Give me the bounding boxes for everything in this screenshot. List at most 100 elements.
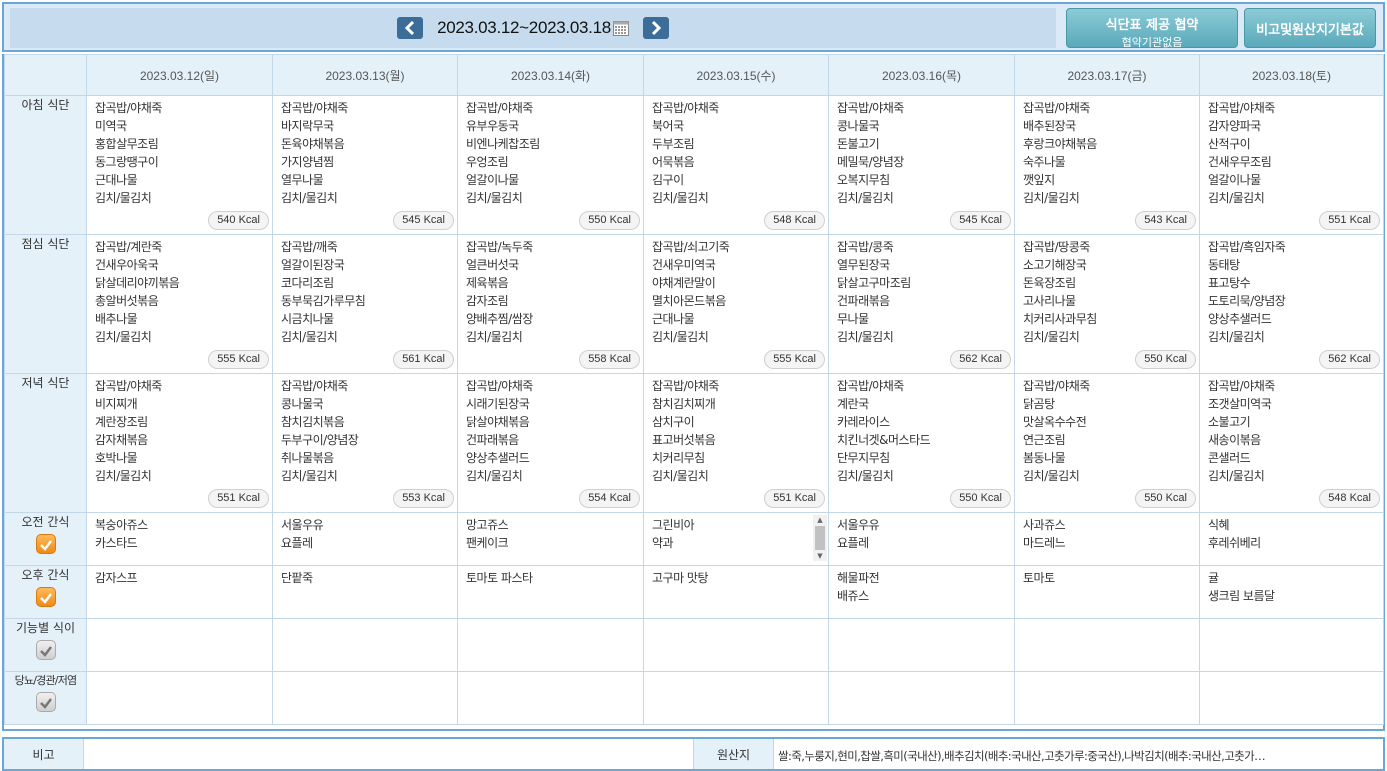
menu-item: 잡곡밥/야채죽	[837, 101, 904, 115]
day-header: 2023.03.16(목)	[828, 54, 1015, 96]
origin-default-button[interactable]: 비고및원산지기본값	[1244, 8, 1376, 48]
menu-item: 김치/물김치	[1023, 469, 1080, 483]
empty-cell[interactable]	[1014, 618, 1200, 672]
am-snack-cell[interactable]: 서울우유 요플레	[272, 512, 458, 566]
am-snack-cell[interactable]: 서울우유 요플레	[828, 512, 1015, 566]
menu-list: 잡곡밥/야채죽 콩나물국 돈불고기 메밀묵/양념장 오복지무침 김치/물김치	[837, 99, 1014, 207]
dinner-cell[interactable]: 잡곡밥/야채죽 닭곰탕 맛살옥수수전 연근조림 봄동나물 김치/물김치 550 Kcal	[1014, 373, 1200, 513]
lunch-cell[interactable]: 잡곡밥/녹두죽 얼큰버섯국 제육볶음 감자조림 양배추찜/쌈장 김치/물김치 558 Kca…	[457, 234, 644, 374]
menu-item: 잡곡밥/콩죽	[837, 240, 894, 254]
scroll-up-icon[interactable]: ▲	[813, 515, 827, 525]
menu-item: 김치/물김치	[652, 469, 709, 483]
dinner-cell[interactable]: 잡곡밥/야채죽 비지찌개 계란장조림 감자채볶음 호박나물 김치/물김치 551 Kcal	[86, 373, 273, 513]
functional-diet-checkbox[interactable]	[35, 640, 56, 660]
menu-item: 건새우아욱국	[95, 258, 159, 272]
snack-list: 복숭아쥬스 카스타드	[95, 516, 272, 552]
lunch-cell[interactable]: 잡곡밥/흑임자죽 동태탕 표고탕수 도토리묵/양념장 양상추샐러드 김치/물김치 562 K…	[1199, 234, 1384, 374]
am-snack-cell[interactable]: 그린비아 약과 ▲ ▼	[643, 512, 829, 566]
menu-item: 잡곡밥/야채죽	[1023, 101, 1090, 115]
pm-snack-cell[interactable]: 귤 생크림 보름달	[1199, 565, 1384, 619]
dinner-cell[interactable]: 잡곡밥/야채죽 조갯살미역국 소불고기 새송이볶음 콘샐러드 김치/물김치 548 Kcal	[1199, 373, 1384, 513]
snack-item: 서울우유	[837, 518, 880, 532]
empty-cell[interactable]	[1199, 618, 1384, 672]
am-snack-cell[interactable]: 사과쥬스 마드레느	[1014, 512, 1200, 566]
kcal-badge: 543 Kcal	[1135, 211, 1196, 230]
empty-cell[interactable]	[1199, 671, 1384, 725]
pm-snack-cell[interactable]: 토마토 파스타	[457, 565, 644, 619]
snack-list: 귤 생크림 보름달	[1208, 569, 1383, 605]
empty-cell[interactable]	[86, 618, 273, 672]
snack-item: 약과	[652, 536, 674, 550]
scroll-down-icon[interactable]: ▼	[813, 551, 827, 561]
calendar-icon[interactable]	[612, 20, 629, 36]
pm-snack-cell[interactable]: 감자스프	[86, 565, 273, 619]
snack-list: 해물파전 배쥬스	[837, 569, 1014, 605]
breakfast-cell[interactable]: 잡곡밥/야채죽 바지락무국 돈육야채볶음 가지양념찜 열무나물 김치/물김치 545 Kca…	[272, 95, 458, 235]
cell-scrollbar[interactable]: ▲ ▼	[813, 515, 827, 561]
empty-cell[interactable]	[828, 618, 1015, 672]
empty-cell[interactable]	[457, 618, 644, 672]
cafe-agreement-button[interactable]: 식단표 제공 협약 협약기관없음	[1066, 8, 1238, 49]
next-week-button[interactable]	[642, 17, 669, 39]
menu-list: 잡곡밥/야채죽 닭곰탕 맛살옥수수전 연근조림 봄동나물 김치/물김치	[1023, 377, 1199, 485]
pm-snack-cell[interactable]: 토마토	[1014, 565, 1200, 619]
diabetic-diet-checkbox[interactable]	[35, 692, 56, 712]
breakfast-cell[interactable]: 잡곡밥/야채죽 배추된장국 후랑크야채볶음 숙주나물 깻잎지 김치/물김치 543 Kcal	[1014, 95, 1200, 235]
breakfast-cell[interactable]: 잡곡밥/야채죽 북어국 두부조림 어묵볶음 김구이 김치/물김치 548 Kcal	[643, 95, 829, 235]
origin-field[interactable]: 쌀:죽,누룽지,현미,찹쌀,흑미(국내산),배추김치(배추:국내산,고춧가루:중…	[774, 739, 1383, 769]
prev-week-button[interactable]	[397, 17, 424, 39]
lunch-cell[interactable]: 잡곡밥/땅콩죽 소고기해장국 돈육장조림 고사리나물 치커리사과무침 김치/물김치 550 …	[1014, 234, 1200, 374]
empty-cell[interactable]	[86, 671, 273, 725]
lunch-cell[interactable]: 잡곡밥/깨죽 얼갈이된장국 코다리조림 동부묵김가루무침 시금치나물 김치/물김치 561 …	[272, 234, 458, 374]
empty-cell[interactable]	[1014, 671, 1200, 725]
menu-item: 잡곡밥/야채죽	[652, 101, 719, 115]
menu-item: 바지락무국	[281, 119, 334, 133]
diabetic-diet-row: 당뇨/경관/저염	[4, 671, 1384, 725]
breakfast-cell[interactable]: 잡곡밥/야채죽 미역국 홍합살무조림 동그랑땡구이 근대나물 김치/물김치 540 Kcal	[86, 95, 273, 235]
breakfast-cell[interactable]: 잡곡밥/야채죽 유부우동국 비엔나케찹조림 우엉조림 얼갈이나물 김치/물김치 550 Kc…	[457, 95, 644, 235]
snack-item: 마드레느	[1023, 536, 1066, 550]
empty-cell[interactable]	[457, 671, 644, 725]
menu-item: 김치/물김치	[1023, 191, 1080, 205]
remarks-field[interactable]	[84, 739, 694, 769]
lunch-cell[interactable]: 잡곡밥/쇠고기죽 건새우미역국 야채계란말이 멸치아몬드볶음 근대나물 김치/물김치 555…	[643, 234, 829, 374]
row-label: 아침 식단	[4, 95, 87, 235]
dinner-cell[interactable]: 잡곡밥/야채죽 참치김치찌개 삼치구이 표고버섯볶음 치커리무침 김치/물김치 551 Kc…	[643, 373, 829, 513]
pm-snack-cell[interactable]: 단팥죽	[272, 565, 458, 619]
am-snack-cell[interactable]: 식혜 후레쉬베리	[1199, 512, 1384, 566]
date-range[interactable]: 2023.03.12~2023.03.18	[437, 18, 629, 38]
snack-list: 감자스프	[95, 569, 272, 587]
breakfast-cell[interactable]: 잡곡밥/야채죽 콩나물국 돈불고기 메밀묵/양념장 오복지무침 김치/물김치 545 Kca…	[828, 95, 1015, 235]
snack-item: 해물파전	[837, 571, 880, 585]
empty-cell[interactable]	[828, 671, 1015, 725]
pm-snack-checkbox[interactable]	[35, 587, 56, 607]
empty-cell[interactable]	[272, 618, 458, 672]
breakfast-cell[interactable]: 잡곡밥/야채죽 감자양파국 산적구이 건새우무조림 얼갈이나물 김치/물김치 551 Kca…	[1199, 95, 1384, 235]
dinner-cell[interactable]: 잡곡밥/야채죽 계란국 카레라이스 치킨너겟&머스타드 단무지무침 김치/물김치 550 K…	[828, 373, 1015, 513]
empty-cell[interactable]	[643, 671, 829, 725]
menu-item: 열무된장국	[837, 258, 890, 272]
dinner-cell[interactable]: 잡곡밥/야채죽 시래기된장국 닭살야채볶음 건파래볶음 양상추샐러드 김치/물김치 554 …	[457, 373, 644, 513]
menu-item: 얼갈이나물	[466, 173, 519, 187]
menu-item: 두부구이/양념장	[281, 433, 359, 447]
scroll-thumb[interactable]	[815, 526, 825, 550]
pm-snack-cell[interactable]: 해물파전 배쥬스	[828, 565, 1015, 619]
menu-item: 산적구이	[1208, 137, 1251, 151]
menu-item: 건새우무조림	[1208, 155, 1272, 169]
menu-item: 얼큰버섯국	[466, 258, 519, 272]
lunch-cell[interactable]: 잡곡밥/계란죽 건새우아욱국 닭살데리야끼볶음 총알버섯볶음 배추나물 김치/물김치 555…	[86, 234, 273, 374]
am-snack-checkbox[interactable]	[35, 534, 56, 554]
snack-item: 복숭아쥬스	[95, 518, 148, 532]
empty-cell[interactable]	[272, 671, 458, 725]
menu-item: 잡곡밥/쇠고기죽	[652, 240, 730, 254]
pm-snack-cell[interactable]: 고구마 맛탕	[643, 565, 829, 619]
empty-cell[interactable]	[643, 618, 829, 672]
am-snack-cell[interactable]: 복숭아쥬스 카스타드	[86, 512, 273, 566]
menu-item: 잡곡밥/야채죽	[466, 379, 533, 393]
lunch-cell[interactable]: 잡곡밥/콩죽 열무된장국 닭살고구마조림 건파래볶음 무나물 김치/물김치 562 Kcal	[828, 234, 1015, 374]
menu-item: 조갯살미역국	[1208, 397, 1272, 411]
menu-item: 닭곰탕	[1023, 397, 1055, 411]
dinner-cell[interactable]: 잡곡밥/야채죽 콩나물국 참치김치볶음 두부구이/양념장 취나물볶음 김치/물김치 553 …	[272, 373, 458, 513]
am-snack-cell[interactable]: 망고쥬스 팬케이크	[457, 512, 644, 566]
menu-item: 김치/물김치	[1208, 330, 1265, 344]
